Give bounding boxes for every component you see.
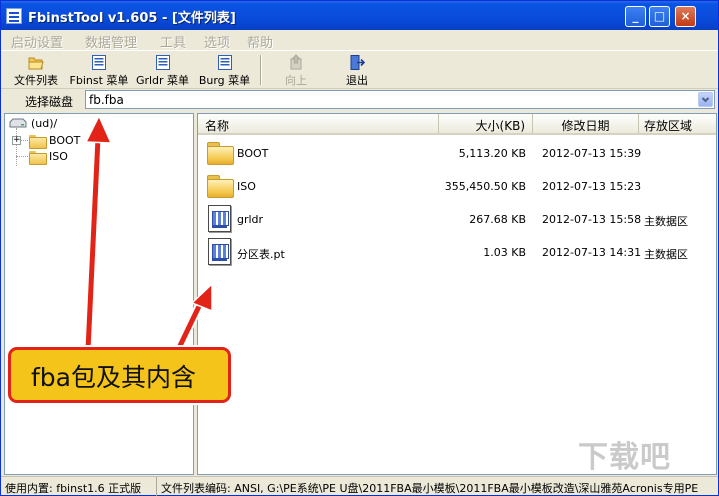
annotation-arrows [83,114,213,352]
arrow-to-disk-select [83,114,113,351]
annotation-text: fba包及其内含 [31,363,196,392]
site-watermark: 下载吧 [578,440,671,475]
arrow-to-file-list [173,282,213,352]
annotation-callout: fba包及其内含 [8,347,231,403]
